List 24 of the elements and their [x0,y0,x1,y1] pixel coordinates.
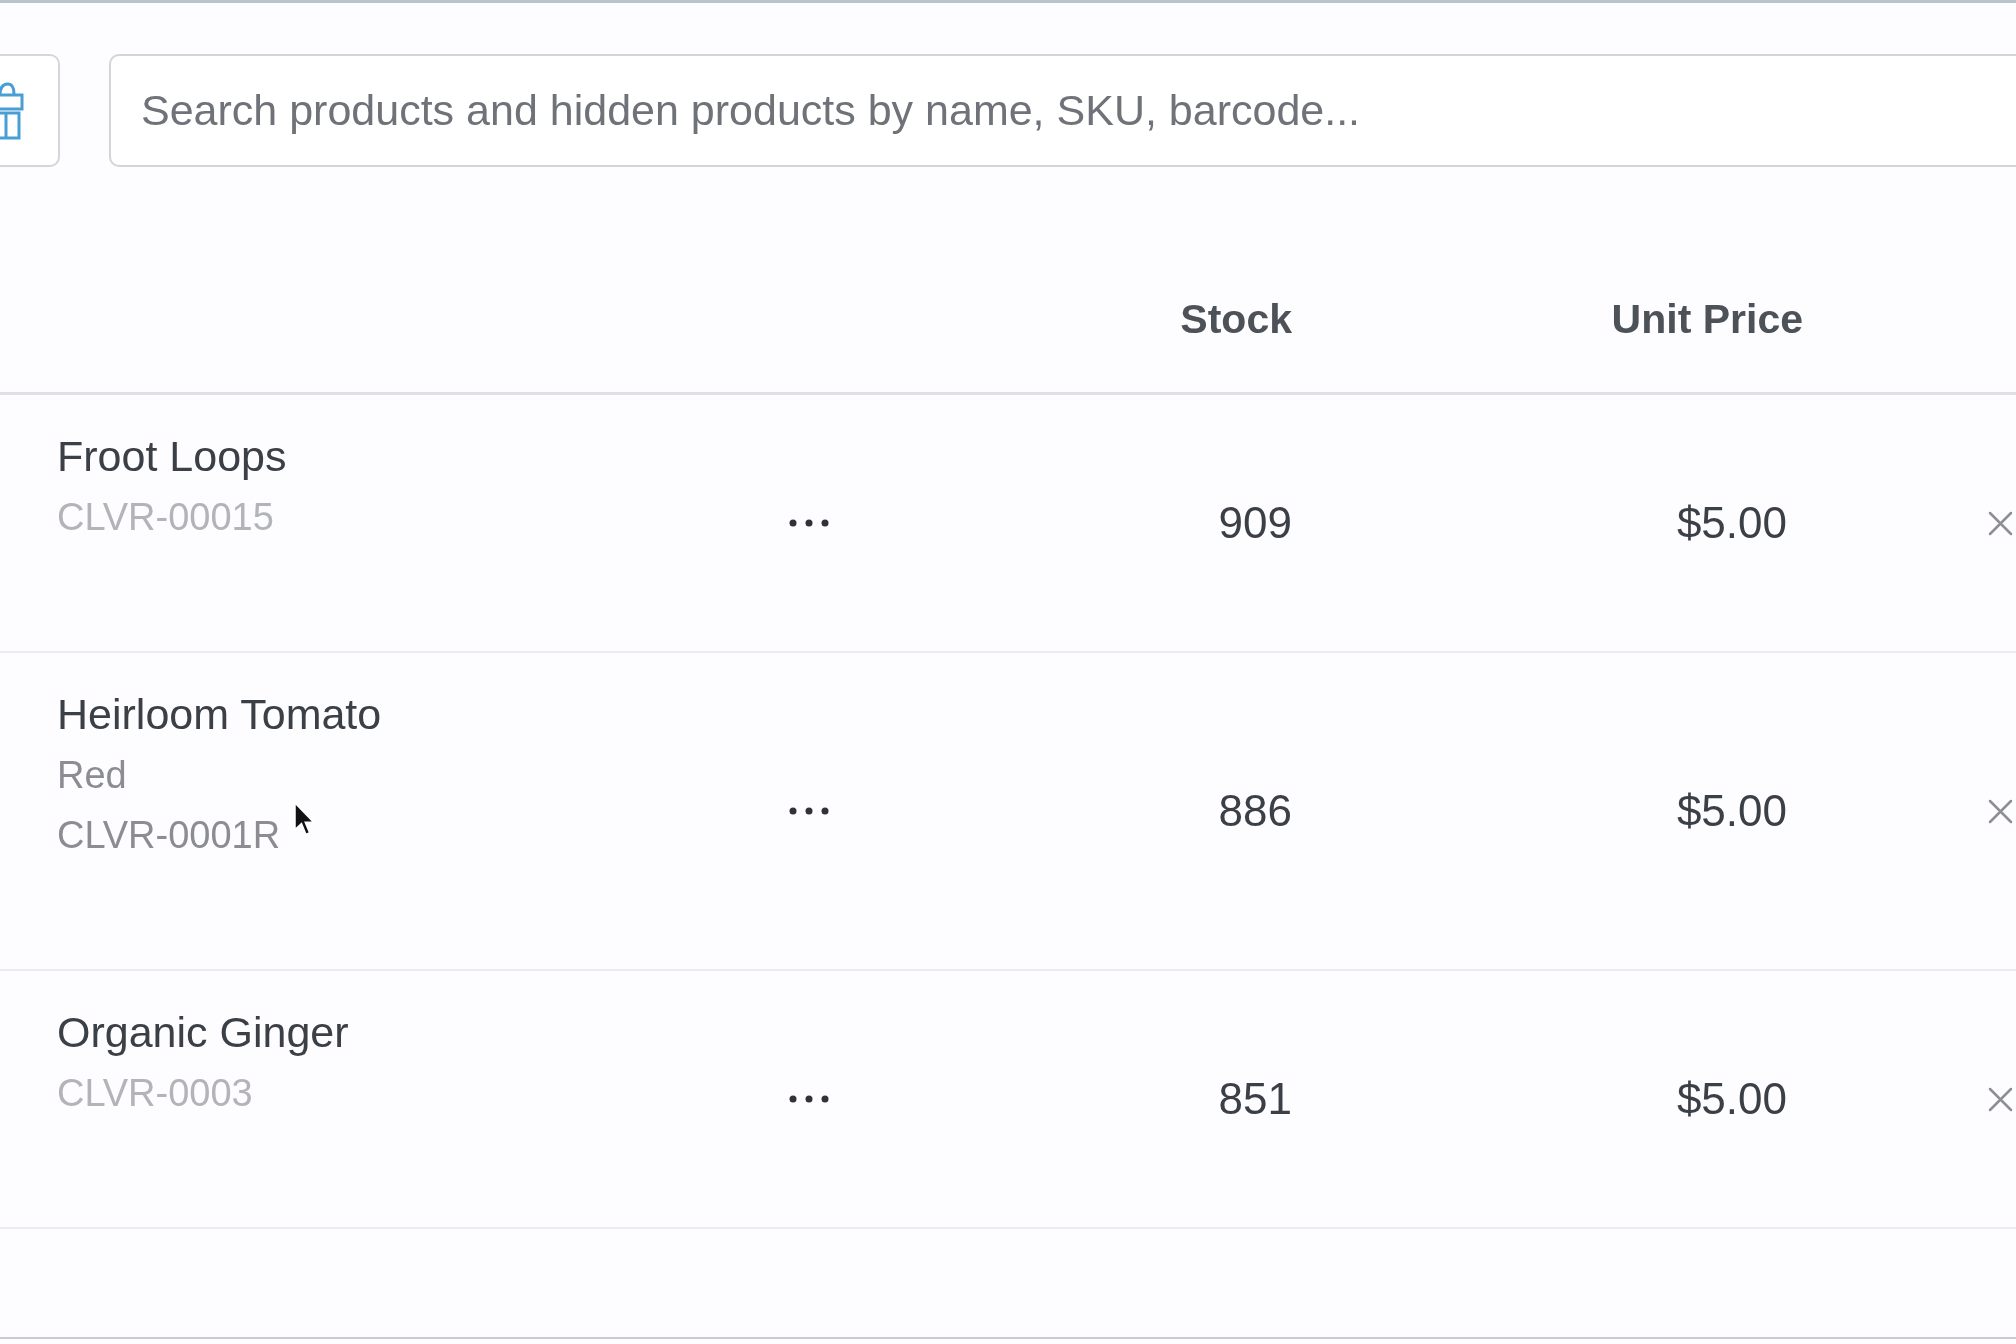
product-variant: Red [57,753,127,798]
unit-price: $5.00 [1676,786,1787,836]
more-icon[interactable] [789,519,829,527]
stock-count: 851 [1218,1074,1292,1124]
close-icon[interactable] [1988,798,2013,824]
gift-icon [0,81,24,140]
gift-button[interactable] [0,54,60,167]
column-header: Unit Price [1611,295,1803,343]
stock-count: 886 [1218,786,1292,836]
stock-count: 909 [1218,498,1292,548]
more-icon[interactable] [789,807,829,815]
product-name: Froot Loops [57,431,287,481]
product-name: Organic Ginger [57,1007,349,1057]
product-name: Heirloom Tomato [57,689,382,739]
close-icon[interactable] [1988,510,2013,536]
search-field[interactable]: Search products and hidden products by name, SKU, barcode... [109,54,2016,167]
unit-price: $5.00 [1676,498,1787,548]
product-sku: CLVR-0003 [57,1071,253,1116]
unit-price: $5.00 [1676,1074,1787,1124]
product-sku: CLVR-00015 [57,495,274,540]
product-sku: CLVR-0001R [57,813,281,858]
more-icon[interactable] [789,1095,829,1103]
column-header: Stock [1180,295,1292,343]
close-icon[interactable] [1988,1086,2013,1112]
